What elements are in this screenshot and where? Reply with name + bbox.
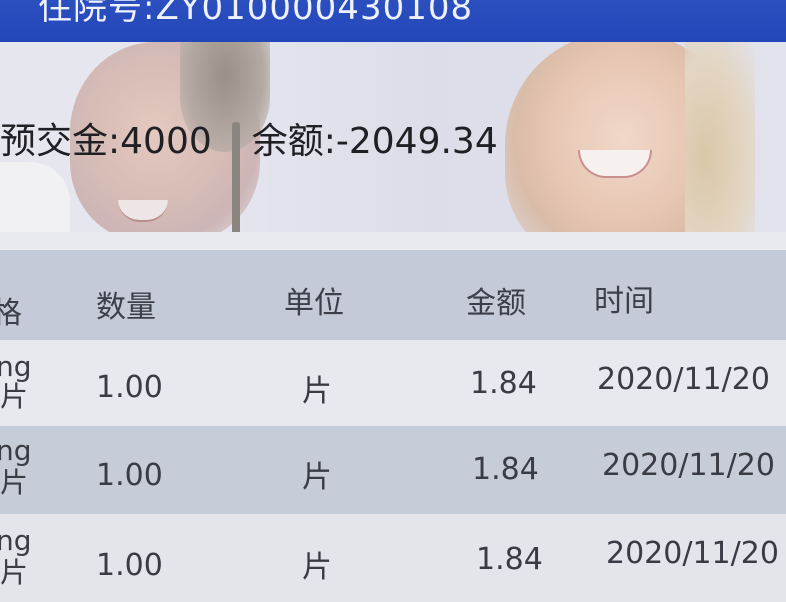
amount-cell: 1.84	[472, 452, 539, 487]
spec-cell-bottom: 片	[0, 466, 29, 499]
title-bar: 住院号:ZY010000430108	[0, 0, 786, 42]
balance-amount: 余额:-2049.34	[251, 121, 498, 162]
column-header-unit: 单位	[284, 286, 344, 321]
spec-cell-bottom: 片	[0, 556, 29, 589]
banner-photo: 预交金:4000 余额:-2049.34	[0, 42, 786, 234]
table-row[interactable]: ng 片 1.00 片 1.84 2020/11/20	[0, 426, 786, 514]
expense-table: 格 数量 单位 金额 时间 ng 片 1.00 片 1.84 2020/11/2…	[0, 250, 786, 602]
photo-shoulder	[0, 162, 70, 234]
unit-cell: 片	[302, 460, 332, 495]
column-header-time: 时间	[594, 284, 654, 319]
spec-cell-top: ng	[0, 350, 32, 383]
banner-divider	[0, 232, 786, 250]
amount-cell: 1.84	[470, 366, 537, 401]
spec-cell-top: ng	[0, 524, 32, 557]
amount-cell: 1.84	[476, 542, 543, 577]
time-cell: 2020/11/20	[602, 448, 775, 483]
column-header-quantity: 数量	[96, 290, 156, 325]
time-cell: 2020/11/20	[597, 362, 770, 397]
quantity-cell: 1.00	[96, 370, 163, 405]
table-row[interactable]: ng 片 1.00 片 1.84 2020/11/20	[0, 340, 786, 426]
photo-hair-right	[685, 42, 755, 234]
quantity-cell: 1.00	[96, 548, 163, 583]
account-summary: 预交金:4000 余额:-2049.34	[0, 112, 498, 164]
column-header-spec: 格	[0, 296, 22, 331]
unit-cell: 片	[302, 550, 332, 585]
admission-number: 住院号:ZY010000430108	[38, 0, 474, 28]
deposit-amount: 预交金:4000	[0, 121, 212, 162]
unit-cell: 片	[302, 374, 332, 409]
spec-cell-top: ng	[0, 434, 32, 467]
quantity-cell: 1.00	[96, 458, 163, 493]
phone-screen: 住院号:ZY010000430108 预交金:4000 余额:-2049.34 格…	[0, 0, 786, 602]
table-header: 格 数量 单位 金额 时间	[0, 250, 786, 340]
column-header-amount: 金额	[466, 286, 526, 321]
table-row[interactable]: ng 片 1.00 片 1.84 2020/11/20	[0, 514, 786, 602]
spec-cell-bottom: 片	[0, 380, 29, 413]
time-cell: 2020/11/20	[606, 536, 779, 571]
